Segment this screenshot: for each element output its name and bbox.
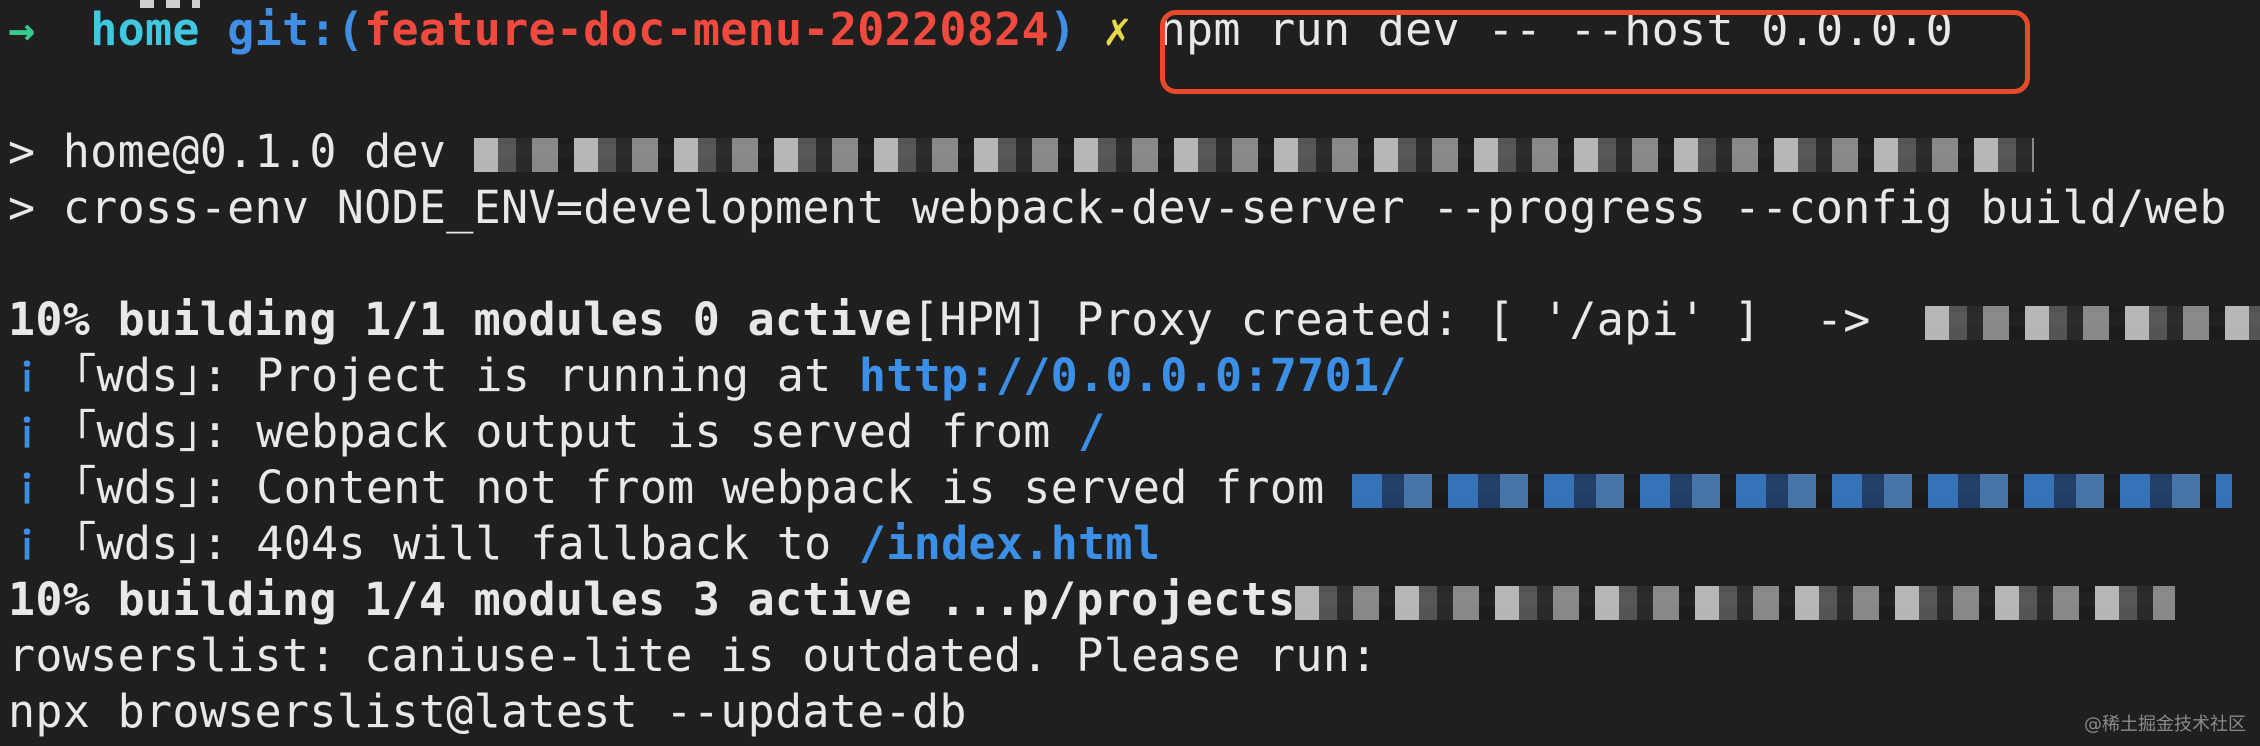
output-line-5: ｉ ｢wds｣: webpack output is served from / [8, 406, 1105, 460]
prompt-git-close: ) [1048, 3, 1077, 56]
wds-output-served-text: : webpack output is served from [201, 405, 1079, 458]
output-line-8: 10% building 1/4 modules 3 active ...p/p… [8, 573, 2176, 626]
prompt-git-label: git:( [227, 3, 365, 56]
wds-fallback-text: : 404s will fallback to [201, 517, 859, 570]
prompt-git-branch: feature-doc-menu-20220824 [364, 3, 1049, 56]
redacted-block [1295, 586, 2176, 620]
terminal-window[interactable]: → home git:(feature-doc-menu-20220824) ✗… [0, 0, 2260, 746]
browserslist-warning-text: rowserslist: caniuse-lite is outdated. P… [8, 629, 1378, 682]
info-icon: ｉ [8, 411, 47, 456]
output-line-3: 10% building 1/1 modules 0 active[HPM] P… [8, 294, 2260, 346]
fallback-path-link[interactable]: /index.html [859, 517, 1160, 570]
script-header-text: > home@0.1.0 dev [8, 125, 474, 178]
output-line-2: > cross-env NODE_ENV=development webpack… [8, 182, 2227, 234]
output-line-7: ｉ ｢wds｣: 404s will fallback to /index.ht… [8, 518, 1160, 572]
output-line-9: rowserslist: caniuse-lite is outdated. P… [8, 630, 1378, 682]
prompt-dirty-icon: ✗ [1103, 3, 1132, 56]
output-line-6: ｉ ｢wds｣: Content not from webpack is ser… [8, 462, 2232, 516]
output-line-10: npx browserslist@latest --update-db [8, 686, 967, 738]
output-line-4: ｉ ｢wds｣: Project is running at http://0.… [8, 350, 1407, 404]
watermark: @稀土掘金技术社区 [2084, 714, 2246, 735]
wds-prefix: ｢wds｣ [46, 517, 202, 570]
build-progress-text: 10% building 1/1 modules 0 active [8, 293, 912, 346]
redacted-block [1925, 306, 2260, 340]
wds-content-served-text: : Content not from webpack is served fro… [201, 461, 1352, 514]
build-progress-text: 10% building 1/4 modules 3 active ...p/p… [8, 573, 1296, 626]
project-url-link[interactable]: http://0.0.0.0:7701/ [859, 349, 1407, 402]
wds-project-running-text: : Project is running at [201, 349, 859, 402]
prompt-arrow-icon: → [8, 3, 36, 56]
output-path-link[interactable]: / [1078, 405, 1105, 458]
wds-prefix: ｢wds｣ [46, 349, 202, 402]
info-icon: ｉ [8, 355, 47, 400]
browserslist-update-command: npx browserslist@latest --update-db [8, 685, 967, 738]
info-icon: ｉ [8, 467, 47, 512]
wds-prefix: ｢wds｣ [46, 405, 202, 458]
prompt-directory: home [90, 3, 200, 56]
command-highlight-box [1160, 10, 2030, 94]
proxy-created-text: [HPM] Proxy created: [ '/api' ] -> [911, 293, 1926, 346]
info-icon: ｉ [8, 523, 47, 568]
wds-prefix: ｢wds｣ [46, 461, 202, 514]
redacted-block [1351, 474, 2232, 508]
script-command-text: > cross-env NODE_ENV=development webpack… [8, 181, 2227, 234]
output-line-1: > home@0.1.0 dev [8, 126, 2034, 178]
redacted-block [473, 138, 2034, 172]
